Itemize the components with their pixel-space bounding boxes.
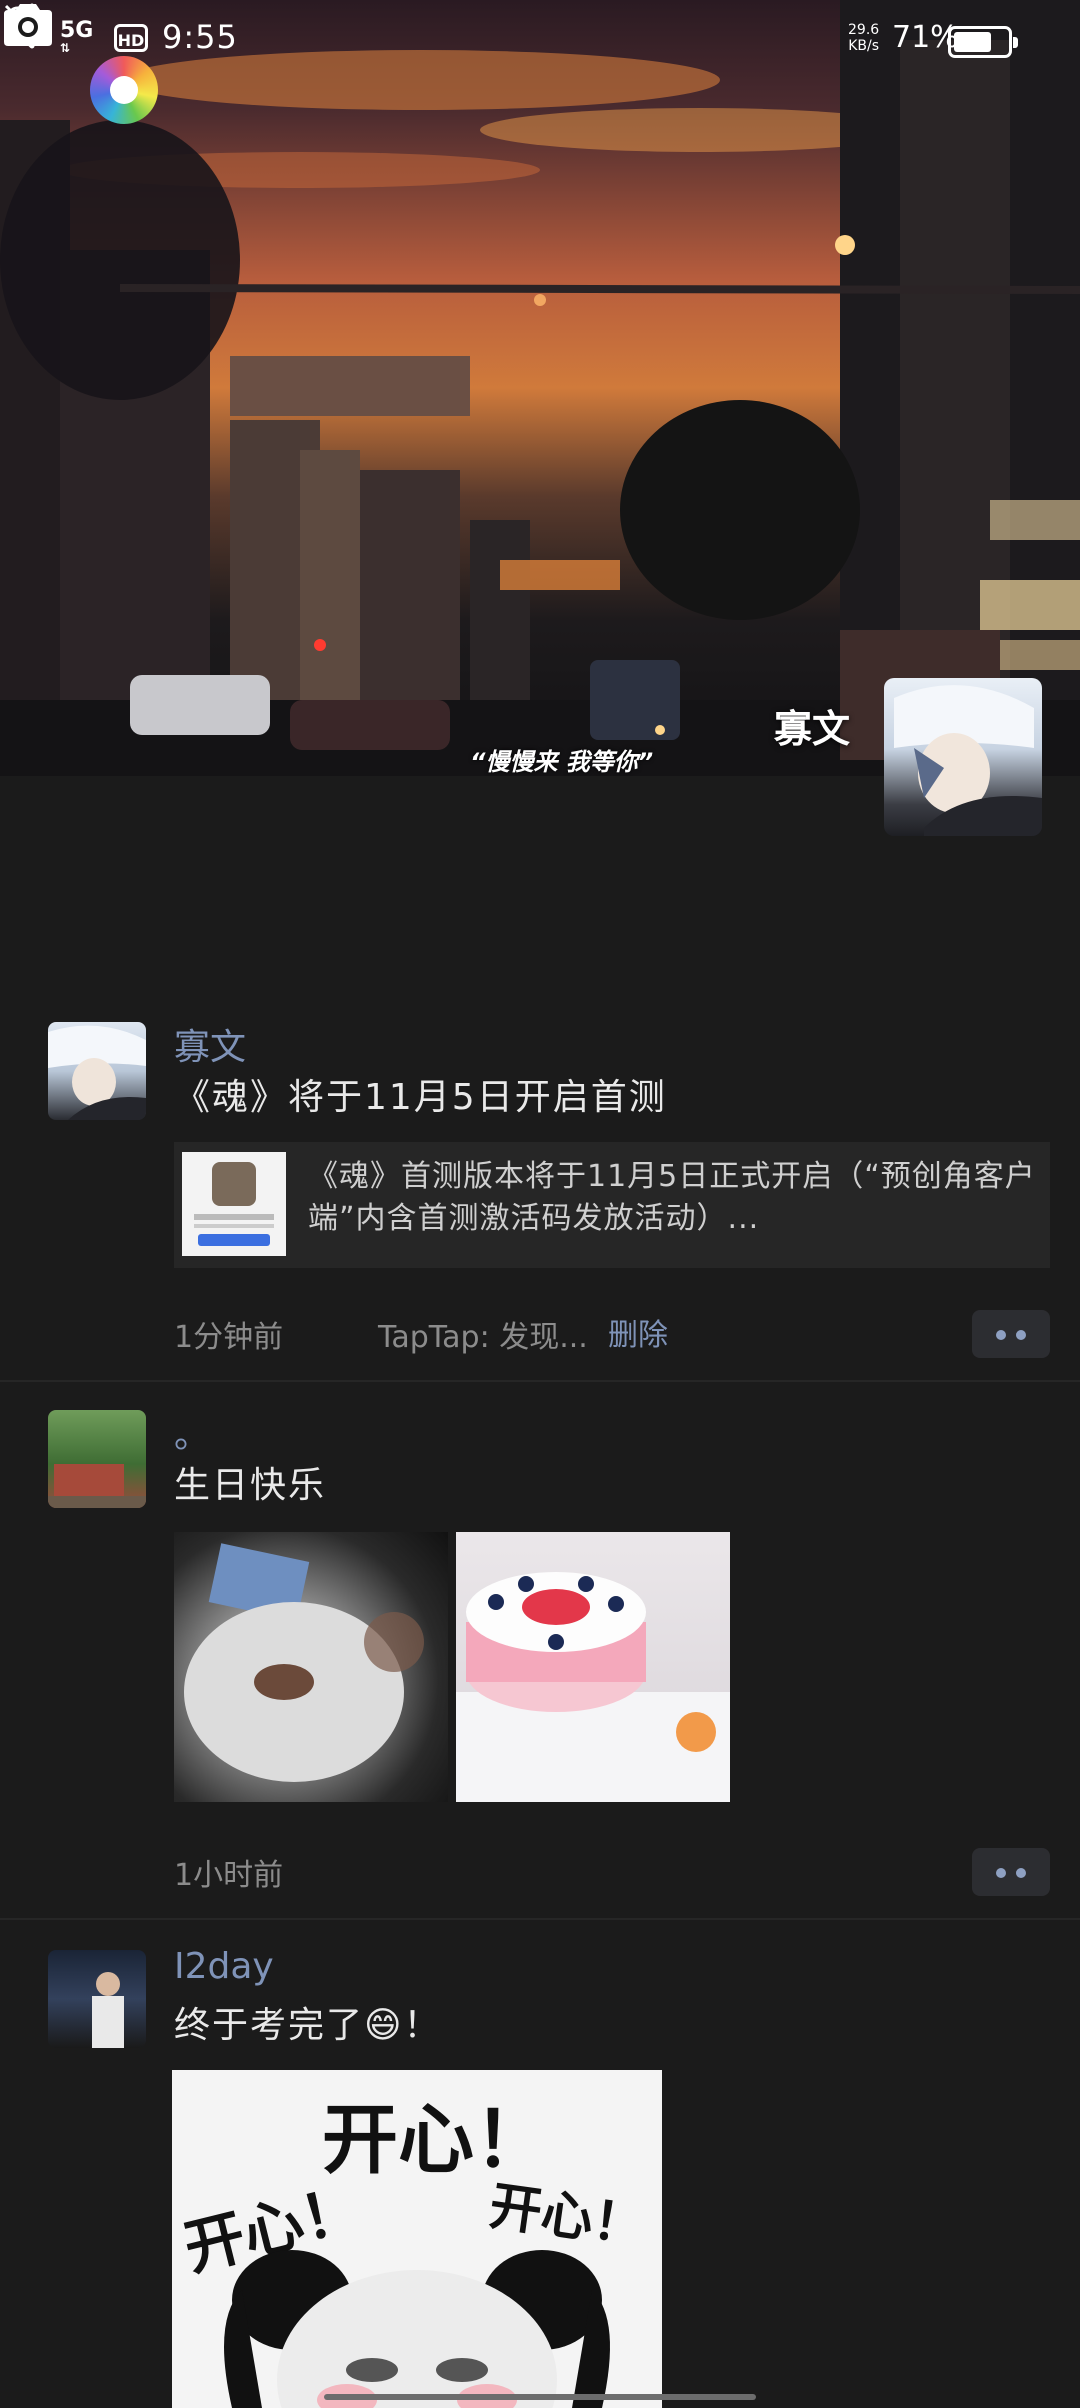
author-name[interactable]: I2day	[174, 1946, 274, 1987]
profile-avatar-art	[894, 685, 1042, 836]
speed-value: 29.6	[848, 22, 880, 38]
author-avatar-art	[48, 1025, 146, 1120]
author-avatar[interactable]	[48, 1410, 146, 1508]
author-name[interactable]: 。	[174, 1406, 210, 1458]
author-avatar[interactable]	[48, 1950, 146, 2048]
cover-scene	[0, 0, 1080, 776]
cake-photo-art	[456, 1572, 730, 1802]
post-text: 终于考完了😄！	[174, 2005, 442, 2046]
home-indicator[interactable]	[324, 2394, 756, 2400]
cover-photo[interactable]: 5G ⇅ HD 9:55 29.6 KB/s 71% “慢慢来 我等你”	[0, 0, 1080, 776]
post-divider	[0, 1380, 1080, 1382]
post-text: 《魂》将于11月5日开启首测	[174, 1077, 667, 1118]
profile-name: 寡文	[773, 707, 850, 751]
game-thumbnail-art	[194, 1162, 274, 1246]
battery-icon	[948, 26, 1018, 58]
more-icon	[1016, 1868, 1026, 1878]
post-photo[interactable]	[174, 1532, 448, 1802]
speed-unit: KB/s	[848, 38, 879, 54]
battery-fill	[954, 32, 991, 52]
profile-avatar[interactable]	[884, 678, 1042, 836]
status-bar: 5G ⇅ HD 9:55 29.6 KB/s 71%	[0, 0, 1080, 80]
link-card[interactable]: 《魂》首测版本将于11月5日正式开启（“预创角客户端”内含首测激活码发放活动）.…	[174, 1142, 1050, 1268]
more-icon	[996, 1868, 1006, 1878]
meme-image[interactable]: 开心！ 开心！ 开心！	[172, 2070, 662, 2408]
post-source[interactable]: TapTap: 发现...	[378, 1312, 588, 1356]
post-divider	[0, 1918, 1080, 1920]
post-text: 生日快乐	[174, 1465, 327, 1506]
author-avatar[interactable]	[48, 1022, 146, 1120]
author-avatar-art	[92, 1972, 124, 2048]
post-time: 1分钟前	[174, 1320, 284, 1355]
more-icon	[996, 1330, 1006, 1340]
network-speed: 29.6 KB/s	[848, 22, 879, 54]
post-time: 1小时前	[174, 1858, 284, 1893]
signal-arrows-icon: ⇅	[60, 41, 73, 55]
more-button[interactable]	[972, 1848, 1050, 1896]
delete-link[interactable]: 删除	[608, 1310, 668, 1354]
clock: 9:55	[162, 18, 238, 56]
cover-caption: “慢慢来 我等你”	[470, 748, 654, 776]
moment-post: 寡文 《魂》将于11月5日开启首测 《魂》首测版本将于11月5日正式开启（“预创…	[0, 1014, 1080, 1380]
more-icon	[1016, 1330, 1026, 1340]
link-thumbnail	[182, 1152, 286, 1256]
panda-face-icon	[224, 2250, 610, 2408]
post-photo[interactable]	[456, 1532, 730, 1802]
more-button[interactable]	[972, 1310, 1050, 1358]
link-description: 《魂》首测版本将于11月5日正式开启（“预创角客户端”内含首测激活码发放活动）.…	[308, 1159, 1036, 1236]
camera-icon[interactable]	[0, 0, 56, 48]
moment-post: I2day 终于考完了😄！ 开心！ 开心！ 开心！	[0, 1942, 1080, 2408]
author-name[interactable]: 寡文	[174, 1018, 246, 1070]
hd-badge: HD	[114, 24, 148, 52]
author-avatar-art	[48, 1464, 146, 1508]
cake-photo-art	[184, 1543, 424, 1782]
moment-post: 。 生日快乐 1小时前	[0, 1402, 1080, 1918]
app-logo	[90, 56, 158, 124]
network-indicator: 5G ⇅	[60, 18, 94, 55]
network-label: 5G	[60, 18, 94, 43]
